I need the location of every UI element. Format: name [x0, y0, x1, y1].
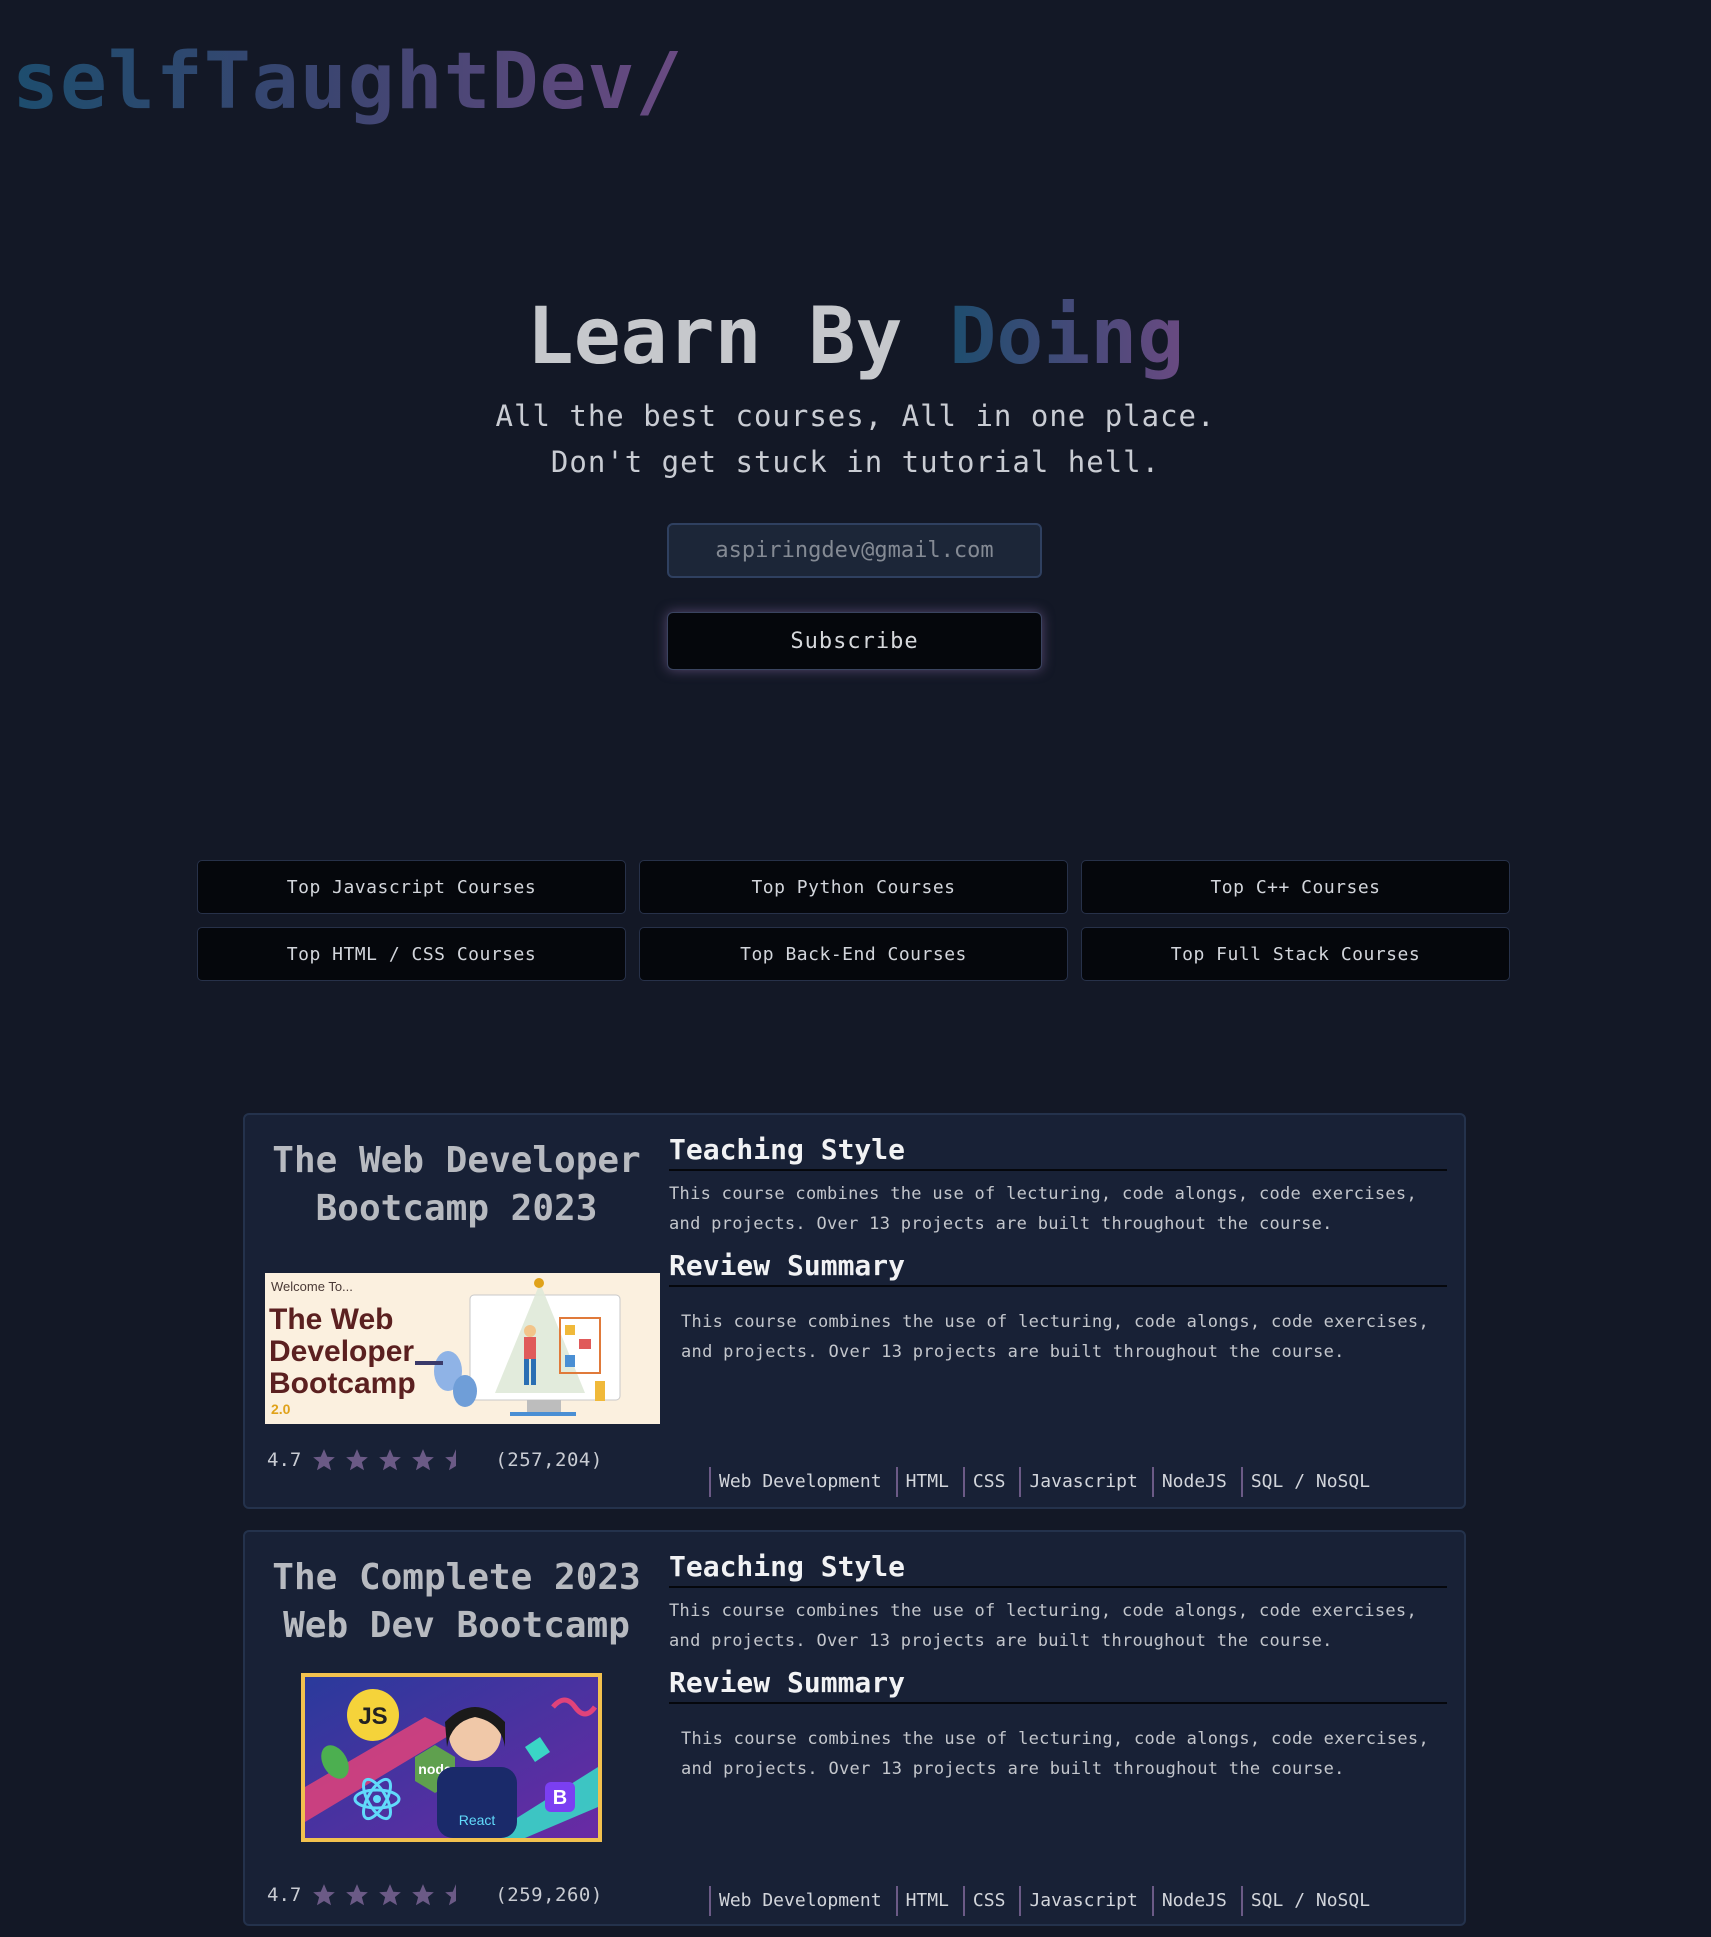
tag[interactable]: Web Development — [709, 1886, 890, 1916]
course-tags: Web Development HTML CSS Javascript Node… — [709, 1886, 1384, 1916]
half-star-icon — [445, 1884, 457, 1906]
rating-score: 4.7 — [267, 1884, 302, 1906]
star-icon — [379, 1449, 402, 1471]
hero-subtitle-line2: Don't get stuck in tutorial hell. — [550, 444, 1161, 479]
category-button-python[interactable]: Top Python Courses — [639, 860, 1068, 914]
category-button-back-end[interactable]: Top Back-End Courses — [639, 927, 1068, 981]
star-icon — [412, 1884, 435, 1906]
tag[interactable]: Javascript — [1019, 1467, 1145, 1497]
course-details: Teaching Style This course combines the … — [669, 1133, 1447, 1377]
subscribe-button[interactable]: Subscribe — [667, 612, 1042, 670]
teaching-style-heading: Teaching Style — [669, 1133, 1447, 1171]
thumbnail-illustration: JS node React B — [305, 1677, 598, 1838]
course-header: The Complete 2023 Web Dev Bootcamp — [259, 1554, 654, 1650]
hero-subtitle: All the best courses, All in one place. … — [0, 393, 1711, 485]
tag[interactable]: HTML — [895, 1886, 957, 1916]
thumbnail-line1: The Web — [269, 1303, 393, 1336]
star-icon — [346, 1884, 369, 1906]
teaching-style-text: This course combines the use of lecturin… — [669, 1601, 1417, 1651]
tag[interactable]: SQL / NoSQL — [1240, 1886, 1378, 1916]
hero-section: Learn By Doing All the best courses, All… — [0, 292, 1711, 485]
rating-score: 4.7 — [267, 1449, 302, 1471]
course-title[interactable]: The Web Developer Bootcamp 2023 — [259, 1137, 654, 1233]
course-rating: 4.7 (259,260) — [267, 1882, 627, 1908]
course-tags: Web Development HTML CSS Javascript Node… — [709, 1467, 1384, 1497]
course-title-line1: The Web Developer — [272, 1140, 641, 1181]
tag[interactable]: NodeJS — [1151, 1886, 1235, 1916]
course-title-line2: Web Dev Bootcamp — [283, 1605, 630, 1646]
star-icon — [346, 1449, 369, 1471]
course-card: The Complete 2023 Web Dev Bootcamp JS no… — [243, 1530, 1466, 1926]
tag[interactable]: Web Development — [709, 1467, 890, 1497]
hero-subtitle-line1: All the best courses, All in one place. — [495, 398, 1216, 433]
half-star-icon — [445, 1449, 457, 1471]
tag[interactable]: CSS — [962, 1467, 1014, 1497]
email-input[interactable] — [667, 523, 1042, 578]
hero-title-accent: Doing — [949, 292, 1185, 382]
star-icon — [412, 1449, 435, 1471]
category-button-javascript[interactable]: Top Javascript Courses — [197, 860, 626, 914]
review-count: (257,204) — [495, 1449, 603, 1471]
review-summary-text: This course combines the use of lecturin… — [681, 1312, 1429, 1362]
category-button-cpp[interactable]: Top C++ Courses — [1081, 860, 1510, 914]
tag[interactable]: CSS — [962, 1886, 1014, 1916]
tag[interactable]: HTML — [895, 1467, 957, 1497]
hero-title: Learn By Doing — [0, 292, 1711, 382]
thumbnail-bootstrap-badge: B — [553, 1787, 567, 1809]
category-button-full-stack[interactable]: Top Full Stack Courses — [1081, 927, 1510, 981]
course-header: The Web Developer Bootcamp 2023 — [259, 1137, 654, 1233]
course-card: The Web Developer Bootcamp 2023 Welcome … — [243, 1113, 1466, 1509]
review-summary-text: This course combines the use of lecturin… — [681, 1729, 1429, 1779]
tag[interactable]: Javascript — [1019, 1886, 1145, 1916]
review-count: (259,260) — [495, 1884, 603, 1906]
thumbnail-react-badge: React — [459, 1812, 496, 1828]
thumbnail-js-badge: JS — [358, 1703, 387, 1730]
teaching-style-heading: Teaching Style — [669, 1550, 1447, 1588]
review-summary-heading: Review Summary — [669, 1249, 1447, 1287]
course-rating: 4.7 (257,204) — [267, 1447, 627, 1473]
star-icon — [379, 1884, 402, 1906]
thumbnail-welcome: Welcome To... — [271, 1279, 353, 1294]
thumbnail-illustration: Welcome To... The Web Developer Bootcamp… — [265, 1273, 660, 1424]
star-icon — [313, 1884, 336, 1906]
course-details: Teaching Style This course combines the … — [669, 1550, 1447, 1794]
course-title-line2: Bootcamp 2023 — [315, 1188, 598, 1229]
course-thumbnail[interactable]: Welcome To... The Web Developer Bootcamp… — [265, 1273, 660, 1424]
thumbnail-line2: Developer — [269, 1335, 414, 1368]
tag[interactable]: NodeJS — [1151, 1467, 1235, 1497]
hero-title-plain: Learn By — [526, 292, 950, 382]
course-title-line1: The Complete 2023 — [272, 1557, 641, 1598]
rating-stars — [311, 1447, 469, 1473]
thumbnail-version: 2.0 — [271, 1401, 291, 1417]
course-thumbnail[interactable]: JS node React B — [301, 1673, 602, 1842]
teaching-style-text: This course combines the use of lecturin… — [669, 1184, 1417, 1234]
category-button-html-css[interactable]: Top HTML / CSS Courses — [197, 927, 626, 981]
rating-stars — [311, 1882, 469, 1908]
thumbnail-line3: Bootcamp — [269, 1367, 416, 1400]
category-grid: Top Javascript Courses Top Python Course… — [197, 860, 1511, 981]
star-icon — [313, 1449, 336, 1471]
review-summary-heading: Review Summary — [669, 1666, 1447, 1704]
tag[interactable]: SQL / NoSQL — [1240, 1467, 1378, 1497]
site-logo[interactable]: selfTaughtDev/ — [12, 39, 683, 126]
course-title[interactable]: The Complete 2023 Web Dev Bootcamp — [259, 1554, 654, 1650]
